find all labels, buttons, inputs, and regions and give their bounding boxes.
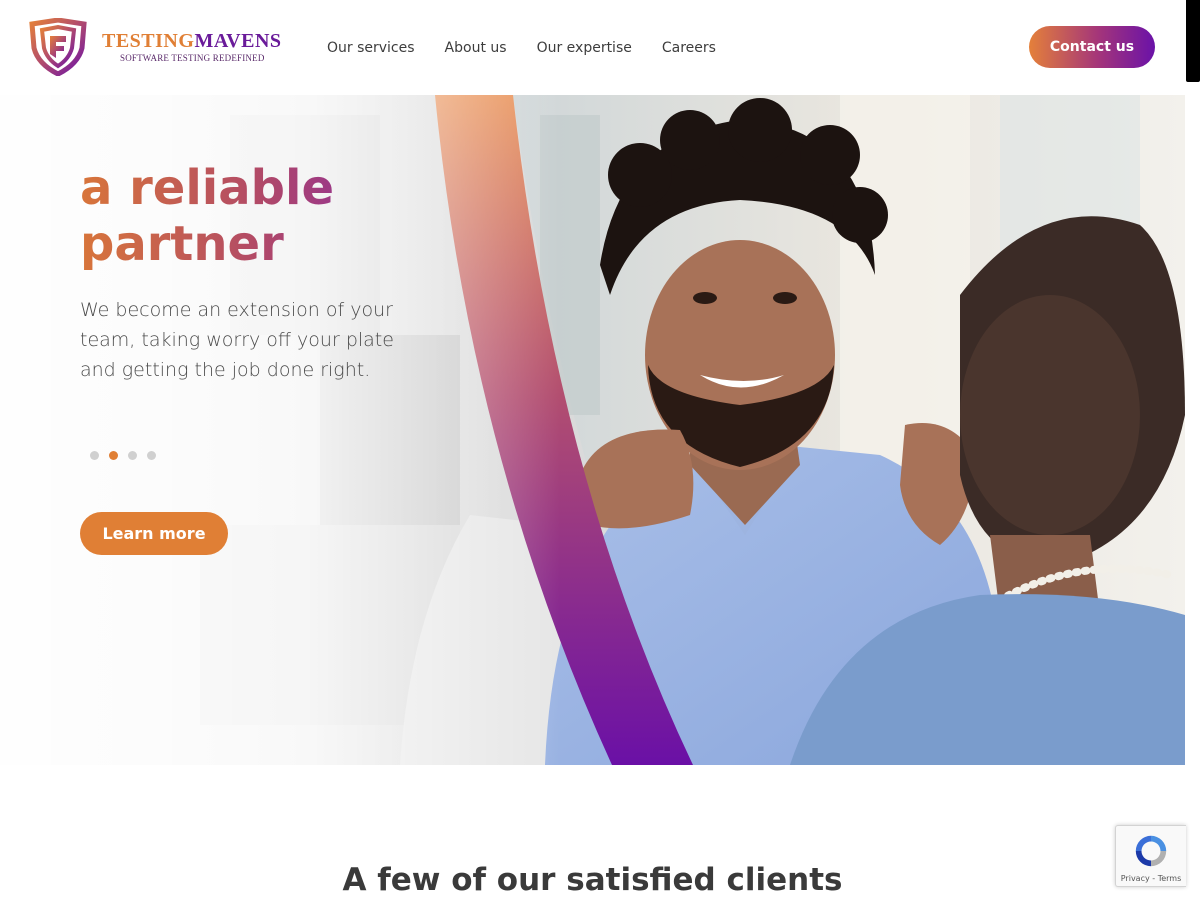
nav-about-us[interactable]: About us	[445, 40, 507, 56]
clients-heading: A few of our satisfied clients	[342, 862, 843, 898]
slider-dot-1[interactable]	[90, 451, 99, 460]
brand-word-testing: TESTING	[102, 30, 195, 52]
recaptcha-icon	[1135, 835, 1167, 867]
slider-dot-3[interactable]	[128, 451, 137, 460]
slider-dot-2[interactable]	[109, 451, 118, 460]
scrollbar-thumb[interactable]	[1186, 0, 1200, 82]
brand-tagline: SOFTWARE TESTING REDEFINED	[120, 53, 265, 63]
main-nav: Our services About us Our expertise Care…	[327, 40, 746, 56]
nav-careers[interactable]: Careers	[662, 40, 716, 56]
learn-more-button[interactable]: Learn more	[80, 512, 228, 555]
brand-word-mavens: MAVENS	[194, 30, 282, 52]
hero-section: a reliable partner We become an extensio…	[0, 95, 1185, 765]
brand-logo[interactable]: TESTINGMAVENS SOFTWARE TESTING REDEFINED	[28, 18, 288, 78]
slider-dots	[90, 451, 156, 460]
recaptcha-badge[interactable]: Privacy - Terms	[1115, 825, 1186, 887]
site-header: TESTINGMAVENS SOFTWARE TESTING REDEFINED…	[0, 0, 1185, 95]
nav-our-expertise[interactable]: Our expertise	[537, 40, 632, 56]
hero-description: We become an extension of your team, tak…	[80, 299, 394, 381]
nav-our-services[interactable]: Our services	[327, 40, 415, 56]
shield-logo-icon	[29, 18, 87, 76]
slider-dot-4[interactable]	[147, 451, 156, 460]
recaptcha-links[interactable]: Privacy - Terms	[1116, 874, 1186, 883]
contact-us-button[interactable]: Contact us	[1029, 26, 1155, 68]
scrollbar-track[interactable]	[1185, 0, 1200, 900]
brand-wordmark: TESTINGMAVENS	[102, 30, 282, 53]
hero-title: a reliable partner	[80, 160, 400, 272]
